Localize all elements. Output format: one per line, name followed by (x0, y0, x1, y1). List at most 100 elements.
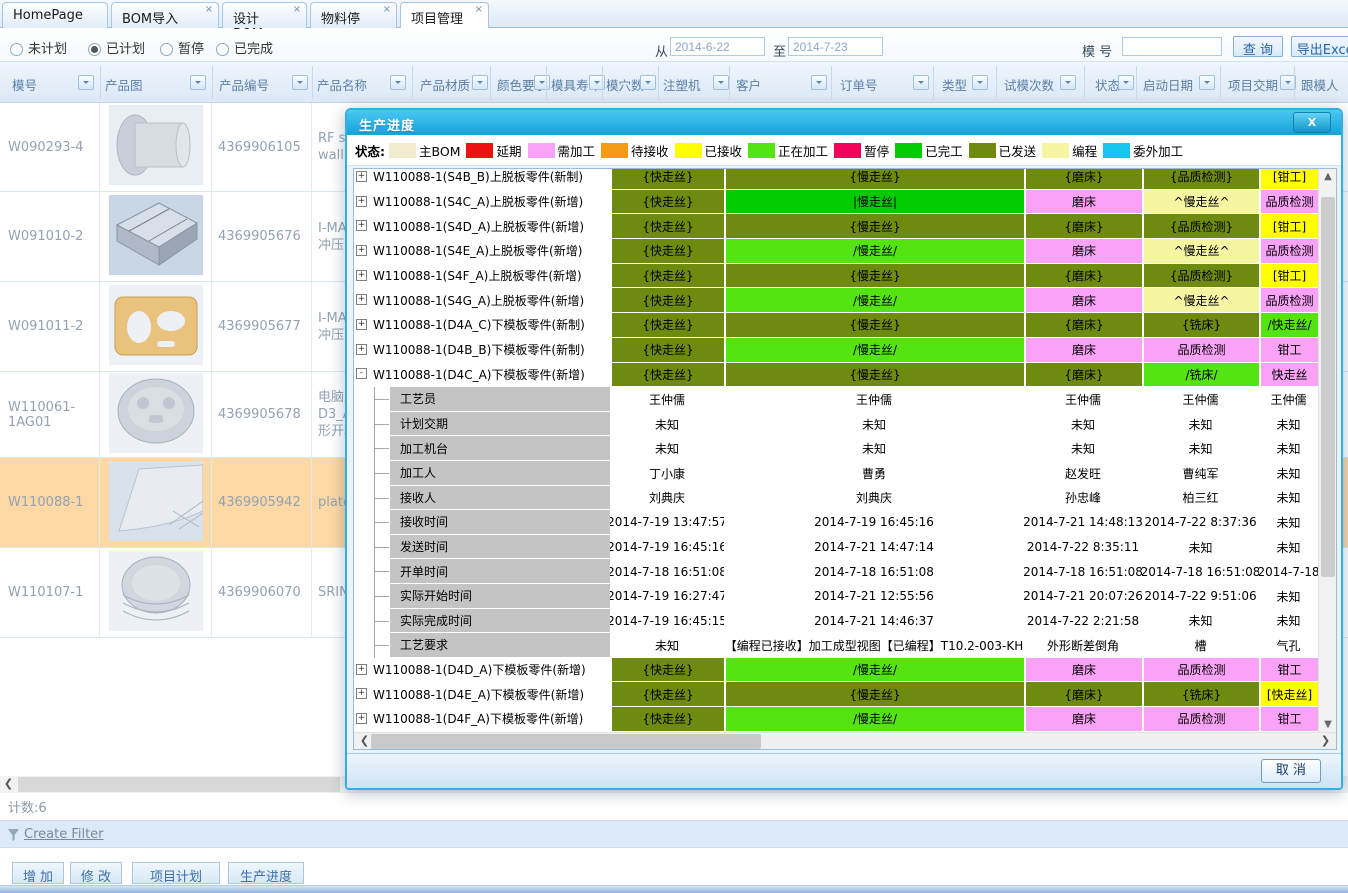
filter-dropdown-icon[interactable] (472, 75, 488, 90)
process-row[interactable]: +W110088-1(D4D_A)下模板零件(新增){快走丝}/慢走丝/磨床品质… (354, 658, 1318, 683)
close-button[interactable]: X (1293, 112, 1331, 133)
action-button-生产进度[interactable]: 生产进度 (228, 862, 304, 884)
part-node[interactable]: +W110088-1(D4B_B)下模板零件(新制) (354, 338, 610, 362)
create-filter-link[interactable]: Create Filter (24, 827, 104, 842)
tab-BOM导入[interactable]: BOM导入× (111, 2, 219, 28)
cancel-button[interactable]: 取 消 (1261, 759, 1321, 783)
action-button-增加[interactable]: 增 加 (12, 862, 64, 884)
scroll-up-icon[interactable]: ▲ (1319, 169, 1337, 185)
scrollbar-thumb[interactable] (371, 734, 761, 749)
export-excel-button[interactable]: 导出Excel (1291, 36, 1348, 57)
expand-icon[interactable]: + (356, 344, 367, 355)
process-row[interactable]: +W110088-1(S4E_A)上脱板零件(新增){快走丝}/慢走丝/磨床^慢… (354, 239, 1318, 264)
mold-no-input[interactable] (1122, 37, 1222, 56)
part-node[interactable]: -W110088-1(D4C_A)下模板零件(新增) (354, 363, 610, 387)
part-node[interactable]: +W110088-1(S4F_A)上脱板零件(新增) (354, 264, 610, 288)
process-row[interactable]: +W110088-1(S4B_B)上脱板零件(新制){快走丝}{慢走丝}{磨床}… (354, 169, 1318, 190)
part-node[interactable]: +W110088-1(D4A_C)下模板零件(新制) (354, 313, 610, 337)
process-row[interactable]: +W110088-1(D4A_C)下模板零件(新制){快走丝}{慢走丝}{磨床}… (354, 313, 1318, 338)
column-header-状态[interactable]: 状态 (1095, 75, 1120, 94)
column-header-产品图[interactable]: 产品图 (105, 75, 143, 94)
radio-circle-icon[interactable] (88, 43, 101, 56)
close-tab-icon[interactable]: × (293, 5, 301, 15)
process-row[interactable]: +W110088-1(S4G_A)上脱板零件(新增){快走丝}/慢走丝/磨床^慢… (354, 288, 1318, 313)
filter-dropdown-icon[interactable] (811, 75, 827, 90)
part-node[interactable]: +W110088-1(D4E_A)下模板零件(新增) (354, 682, 610, 706)
part-node[interactable]: +W110088-1(S4G_A)上脱板零件(新增) (354, 288, 610, 312)
scroll-down-icon[interactable]: ▼ (1319, 717, 1337, 733)
expand-icon[interactable]: + (356, 270, 367, 281)
column-header-注塑机[interactable]: 注塑机 (663, 75, 701, 94)
filter-dropdown-icon[interactable] (78, 75, 94, 90)
column-header-产品材质[interactable]: 产品材质 (420, 75, 470, 94)
radio-circle-icon[interactable] (216, 43, 229, 56)
expand-icon[interactable]: + (356, 171, 367, 182)
column-header-项目交期[interactable]: 项目交期 (1228, 75, 1278, 94)
process-row[interactable]: +W110088-1(D4F_A)下模板零件(新增){快走丝}/慢走丝/磨床品质… (354, 707, 1318, 732)
tab-设计BOM[interactable]: 设计BOM× (222, 2, 307, 28)
radio-circle-icon[interactable] (160, 43, 173, 56)
close-tab-icon[interactable]: × (383, 5, 391, 15)
filter-dropdown-icon[interactable] (534, 75, 550, 90)
expand-icon[interactable]: + (356, 664, 367, 675)
process-row[interactable]: -W110088-1(D4C_A)下模板零件(新增){快走丝}{慢走丝}{磨床}… (354, 363, 1318, 388)
part-node[interactable]: +W110088-1(S4C_A)上脱板零件(新增) (354, 190, 610, 214)
expand-icon[interactable]: + (356, 196, 367, 207)
tab-物料停止[interactable]: 物料停止× (310, 2, 397, 28)
close-tab-icon[interactable]: × (475, 5, 483, 15)
expand-icon[interactable]: + (356, 294, 367, 305)
column-header-跟模人[interactable]: 跟模人 (1301, 75, 1339, 94)
process-row[interactable]: +W110088-1(S4D_A)上脱板零件(新增){快走丝}{慢走丝}{磨床}… (354, 214, 1318, 239)
column-header-模号[interactable]: 模号 (12, 75, 37, 94)
close-tab-icon[interactable]: × (205, 5, 213, 15)
radio-已完成[interactable]: 已完成 (216, 38, 273, 53)
process-row[interactable]: +W110088-1(S4F_A)上脱板零件(新增){快走丝}{慢走丝}{磨床}… (354, 264, 1318, 289)
expand-icon[interactable]: + (356, 220, 367, 231)
dialog-titlebar[interactable]: 生产进度 X (347, 110, 1341, 135)
filter-dropdown-icon[interactable] (1118, 75, 1134, 90)
column-header-启动日期[interactable]: 启动日期 (1143, 75, 1193, 94)
grid-vertical-scrollbar[interactable]: ▲ ▼ (1318, 169, 1336, 733)
process-row[interactable]: +W110088-1(D4B_B)下模板零件(新制){快走丝}/慢走丝/磨床品质… (354, 338, 1318, 363)
filter-dropdown-icon[interactable] (640, 75, 656, 90)
radio-已计划[interactable]: 已计划 (88, 38, 145, 53)
action-button-项目计划[interactable]: 项目计划 (132, 862, 220, 884)
filter-dropdown-icon[interactable] (1060, 75, 1076, 90)
grid-horizontal-scrollbar[interactable]: ❮ ❯ (354, 732, 1336, 749)
tab-项目管理[interactable]: 项目管理× (400, 2, 489, 28)
column-header-试模次数[interactable]: 试模次数 (1004, 75, 1054, 94)
scroll-right-icon[interactable]: ❯ (1317, 733, 1334, 750)
part-node[interactable]: +W110088-1(D4F_A)下模板零件(新增) (354, 707, 610, 731)
date-to-input[interactable] (788, 37, 883, 56)
expand-icon[interactable]: + (356, 713, 367, 724)
scrollbar-thumb[interactable] (1321, 197, 1335, 577)
column-header-客户[interactable]: 客户 (736, 75, 761, 94)
column-header-订单号[interactable]: 订单号 (840, 75, 878, 94)
part-node[interactable]: +W110088-1(S4B_B)上脱板零件(新制) (354, 169, 610, 189)
filter-dropdown-icon[interactable] (292, 75, 308, 90)
tab-HomePage[interactable]: HomePage (2, 2, 108, 28)
radio-circle-icon[interactable] (10, 43, 23, 56)
expand-icon[interactable]: + (356, 319, 367, 330)
action-button-修改[interactable]: 修 改 (70, 862, 122, 884)
part-node[interactable]: +W110088-1(S4E_A)上脱板零件(新增) (354, 239, 610, 263)
process-row[interactable]: +W110088-1(D4E_A)下模板零件(新增){快走丝}{慢走丝}{磨床}… (354, 682, 1318, 707)
filter-dropdown-icon[interactable] (190, 75, 206, 90)
column-header-产品编号[interactable]: 产品编号 (219, 75, 269, 94)
filter-dropdown-icon[interactable] (713, 75, 729, 90)
query-button[interactable]: 查 询 (1233, 36, 1283, 57)
expand-icon[interactable]: + (356, 688, 367, 699)
collapse-icon[interactable]: - (356, 368, 367, 379)
column-header-类型[interactable]: 类型 (942, 75, 967, 94)
date-from-input[interactable] (670, 37, 765, 56)
process-row[interactable]: +W110088-1(S4C_A)上脱板零件(新增){快走丝}|慢走丝|磨床^慢… (354, 190, 1318, 215)
filter-dropdown-icon[interactable] (913, 75, 929, 90)
scrollbar-thumb[interactable] (18, 777, 340, 792)
part-node[interactable]: +W110088-1(S4D_A)上脱板零件(新增) (354, 214, 610, 238)
radio-暂停[interactable]: 暂停 (160, 38, 204, 53)
column-header-模穴数[interactable]: 模穴数 (606, 75, 644, 94)
column-header-产品名称[interactable]: 产品名称 (317, 75, 367, 94)
filter-dropdown-icon[interactable] (390, 75, 406, 90)
filter-dropdown-icon[interactable] (1199, 75, 1215, 90)
scroll-left-icon[interactable]: ❮ (0, 776, 17, 793)
